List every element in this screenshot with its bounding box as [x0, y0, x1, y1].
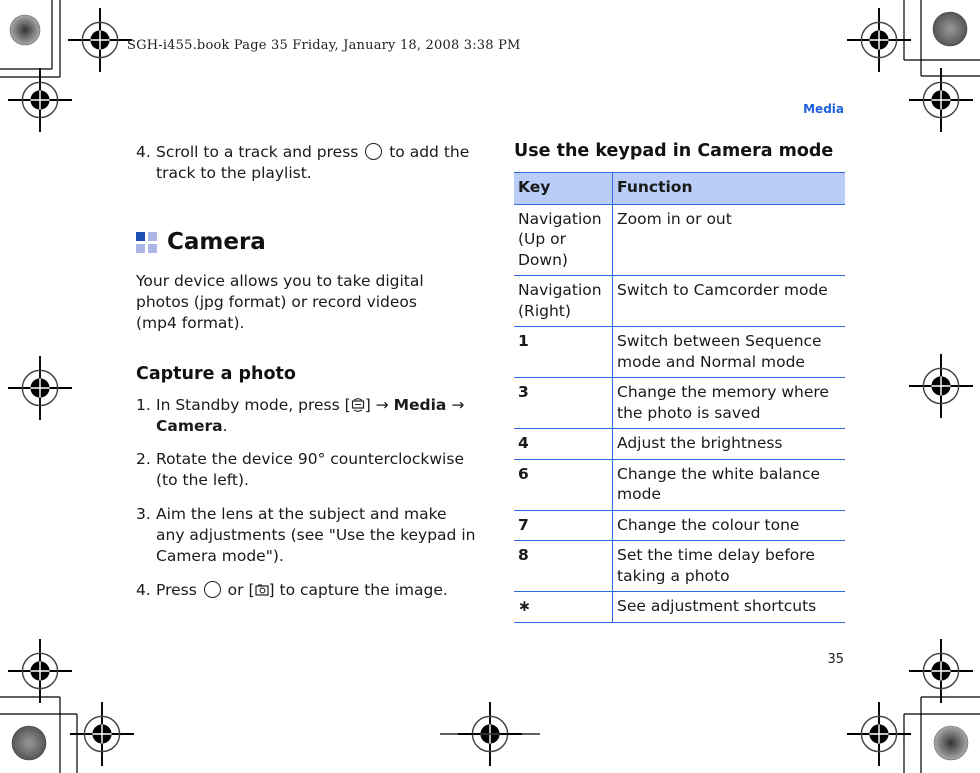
page-number: 35: [827, 652, 844, 667]
step-text: Aim the lens at the subject and make any…: [156, 505, 476, 565]
function-cell: Switch to Camcorder mode: [612, 275, 845, 327]
section-heading-camera: Camera: [136, 229, 266, 255]
step-text: or [: [227, 581, 255, 599]
step-number: 4.: [136, 581, 151, 599]
step-number: 2.: [136, 450, 151, 468]
star-target-icon: [11, 725, 47, 761]
table-row: ∗ See adjustment shortcuts: [514, 591, 845, 623]
step-text: Rotate the device 90° counterclockwise (…: [156, 450, 464, 489]
capture-step-3: 3. Aim the lens at the subject and make …: [136, 504, 476, 567]
function-cell: Zoom in or out: [612, 204, 845, 276]
step-text: In Standby mode, press [: [156, 396, 351, 414]
table-header-row: Key Function: [514, 172, 845, 205]
table-row: 7 Change the colour tone: [514, 510, 845, 541]
key-cell: 3: [514, 377, 613, 429]
camera-intro: Your device allows you to take digital p…: [136, 272, 424, 332]
function-cell: Switch between Sequence mode and Normal …: [612, 326, 845, 378]
table-row: 6 Change the white balance mode: [514, 459, 845, 511]
header-function: Function: [612, 172, 845, 205]
function-cell: Set the time delay before taking a photo: [612, 540, 845, 592]
key-cell: 6: [514, 459, 613, 511]
header-key: Key: [514, 172, 613, 205]
star-target-icon: [932, 11, 968, 47]
table-row: Navigation (Right) Switch to Camcorder mo…: [514, 275, 845, 327]
camera-heading-text: Camera: [167, 229, 266, 255]
section-label: Media: [803, 102, 844, 116]
table-row: 8 Set the time delay before taking a phot…: [514, 540, 845, 592]
step-text: ] to capture the image.: [268, 581, 448, 599]
left-column: 4. Scroll to a track and press to add th…: [136, 142, 476, 184]
registration-mark-icon: [69, 701, 135, 767]
menu-path-camera: Camera: [156, 417, 223, 435]
function-cell: Change the white balance mode: [612, 459, 845, 511]
registration-mark-icon: [908, 353, 974, 419]
table-row: 1 Switch between Sequence mode and Normal…: [514, 326, 845, 378]
ok-key-icon: [365, 143, 383, 160]
step-number: 3.: [136, 505, 151, 523]
registration-mark-icon: [846, 701, 912, 767]
keypad-table: Key Function Navigation (Up or Down) Zoom…: [514, 172, 845, 623]
table-title: Use the keypad in Camera mode: [514, 141, 834, 161]
table-row: 4 Adjust the brightness: [514, 428, 845, 460]
step-number: 4.: [136, 143, 151, 161]
step-number: 1.: [136, 396, 151, 414]
menu-path-media: Media: [393, 396, 447, 414]
function-cell: See adjustment shortcuts: [612, 591, 845, 623]
capture-step-2: 2. Rotate the device 90° counterclockwis…: [136, 449, 476, 491]
step-text-before: Scroll to a track and press: [156, 143, 359, 161]
capture-heading: Capture a photo: [136, 364, 296, 384]
section-squares-icon: [136, 231, 157, 253]
registration-mark-icon: [846, 7, 912, 73]
registration-mark-icon: [7, 355, 73, 421]
step-text: ] →: [364, 396, 394, 414]
key-cell: 7: [514, 510, 613, 541]
registration-mark-icon: [908, 67, 974, 133]
function-cell: Adjust the brightness: [612, 428, 845, 460]
key-cell: Navigation (Right): [514, 275, 613, 327]
key-cell: ∗: [514, 591, 613, 623]
key-cell: 4: [514, 428, 613, 460]
capture-step-4: 4. Press or [ ] to capture the image.: [136, 580, 476, 601]
arrow: →: [446, 396, 465, 414]
registration-mark-icon: [7, 638, 73, 704]
function-cell: Change the memory where the photo is sav…: [612, 377, 845, 429]
function-cell: Change the colour tone: [612, 510, 845, 541]
capture-step-1: 1. In Standby mode, press [ ] → Media → C…: [136, 395, 476, 437]
key-cell: 1: [514, 326, 613, 378]
key-cell: 8: [514, 540, 613, 592]
print-slug: SGH-i455.book Page 35 Friday, January 18…: [127, 38, 521, 53]
table-row: 3 Change the memory where the photo is sa…: [514, 377, 845, 429]
table-row: Navigation (Up or Down) Zoom in or out: [514, 204, 845, 276]
previous-step: 4. Scroll to a track and press to add th…: [136, 142, 476, 184]
star-target-icon: [933, 725, 969, 761]
step-text: .: [222, 417, 228, 435]
registration-mark-icon: [908, 638, 974, 704]
registration-mark-icon: [67, 7, 133, 73]
menu-key-icon: [351, 398, 364, 412]
camera-key-icon: [254, 584, 269, 596]
key-cell: Navigation (Up or Down): [514, 204, 613, 276]
step-text: Press: [156, 581, 197, 599]
star-target-icon: [9, 14, 41, 46]
ok-key-icon: [203, 581, 221, 598]
